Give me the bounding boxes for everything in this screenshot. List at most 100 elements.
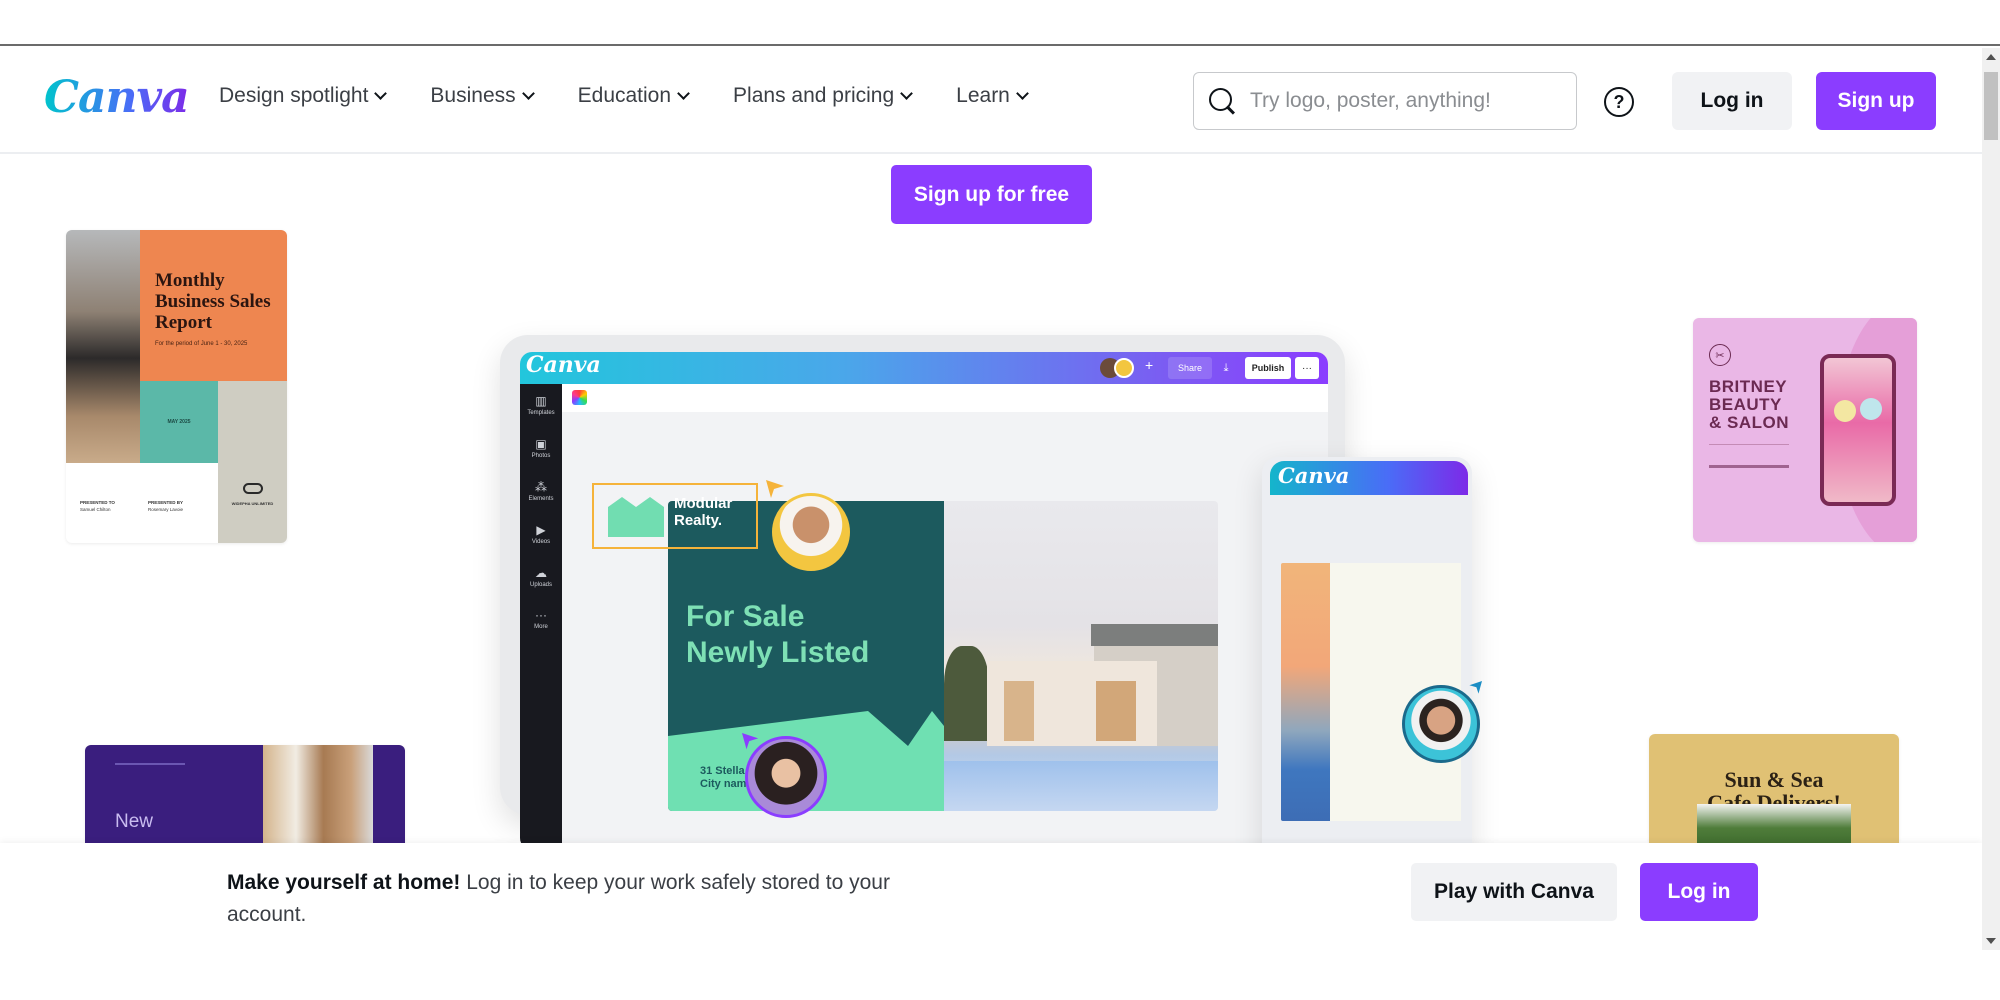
template-photo [66, 230, 140, 463]
report-brand: WIDEPHA UNLIMITED [231, 501, 274, 506]
templates-icon: ▥ [535, 394, 547, 408]
publish-button-mock: Publish [1245, 357, 1291, 379]
avatar [1114, 358, 1134, 378]
pool-shape [944, 761, 1218, 811]
nav-item-plans-and-pricing[interactable]: Plans and pricing [733, 84, 914, 108]
editor-sidebar: ▥ Templates ▣ Photos ⁂ Elements ▶ Videos… [520, 384, 562, 850]
cursor-icon [766, 480, 784, 498]
flyer-address: 31 Stella City nam [700, 765, 746, 791]
banner-login-button[interactable]: Log in [1640, 863, 1758, 921]
editor-sidebar-item-videos: ▶ Videos [520, 523, 562, 545]
salon-title-line: BEAUTY [1709, 395, 1782, 414]
top-navbar: Canva Design spotlight Business Educatio… [0, 48, 1982, 154]
nav-item-label: Education [577, 84, 672, 107]
chevron-down-icon [677, 87, 690, 100]
collaborator-avatar [1402, 685, 1480, 763]
more-options-icon: ··· [1295, 357, 1319, 379]
login-button[interactable]: Log in [1672, 72, 1792, 130]
salon-title-line: BRITNEY [1709, 377, 1788, 396]
download-icon: ⤓ [1223, 362, 1229, 374]
template-card-sales-report[interactable]: Monthly Business Sales Report For the pe… [66, 230, 287, 543]
vertical-scrollbar[interactable] [1982, 48, 2000, 950]
template-card-cafe[interactable]: Sun & Sea Cafe Delivers! [1649, 734, 1899, 860]
sidebar-item-label: Videos [531, 539, 551, 545]
window-shape [1096, 681, 1136, 741]
report-date: MAY 2025 [140, 381, 218, 463]
address-line: 31 Stella [700, 765, 745, 777]
flower-icon [1834, 400, 1856, 422]
divider [1709, 444, 1789, 445]
elements-icon: ⁂ [535, 480, 547, 494]
search-input[interactable] [1250, 89, 1570, 113]
sidebar-item-label: Templates [527, 410, 555, 416]
template-card-beauty-salon[interactable]: ✂ BRITNEY BEAUTY & SALON [1693, 318, 1917, 542]
salon-title: BRITNEY BEAUTY & SALON [1709, 378, 1789, 432]
search-box[interactable] [1193, 72, 1577, 130]
nav-item-label: Learn [956, 84, 1010, 107]
add-collaborator-icon: + [1145, 357, 1154, 373]
signup-button[interactable]: Sign up [1816, 72, 1936, 130]
cafe-title-line: Sun & Sea [1724, 767, 1824, 792]
page-viewport: Canva Design spotlight Business Educatio… [0, 48, 1982, 950]
sidebar-item-label: Uploads [529, 582, 552, 588]
editor-sidebar-item-more: ··· More [520, 608, 562, 630]
scroll-up-arrow-icon[interactable] [1986, 54, 1996, 60]
sidebar-item-label: More [534, 624, 548, 630]
report-brand-block: WIDEPHA UNLIMITED [218, 381, 287, 543]
search-icon [1208, 87, 1236, 115]
banner-message: Make yourself at home! Log in to keep yo… [227, 867, 947, 931]
chevron-down-icon [521, 87, 535, 100]
nav-item-label: Business [430, 84, 516, 107]
cursor-icon [1469, 681, 1482, 694]
flower-icon [1860, 398, 1882, 420]
sidebar-item-label: Elements [528, 496, 554, 502]
nav-item-learn[interactable]: Learn [956, 84, 1029, 108]
presented-to-name: Samuel Chilton [80, 507, 111, 512]
brand-logo-icon [243, 483, 263, 494]
scroll-down-arrow-icon[interactable] [1986, 938, 1996, 944]
header-line [115, 763, 185, 765]
house-logo-icon [608, 497, 664, 537]
color-picker-icon [572, 390, 587, 405]
nav-item-education[interactable]: Education [577, 84, 690, 108]
address-line: City nam [700, 778, 747, 790]
presentation-title: New [115, 811, 154, 832]
presented-to: PRESENTED TO Samuel Chilton [80, 500, 115, 512]
mobile-editor-mockup: Canva [1262, 457, 1472, 897]
editor-toolbar [562, 384, 1328, 412]
play-with-canva-button[interactable]: Play with Canva [1411, 863, 1617, 921]
banner-message-bold: Make yourself at home! [227, 871, 461, 894]
scrollbar-thumb[interactable] [1984, 72, 1998, 140]
collaborator-avatar [745, 736, 827, 818]
tree-shape [944, 646, 989, 741]
nav-item-business[interactable]: Business [430, 84, 535, 108]
signup-for-free-button[interactable]: Sign up for free [891, 165, 1092, 224]
chevron-down-icon [1016, 87, 1029, 100]
photos-icon: ▣ [535, 437, 547, 451]
nav-menu: Design spotlight Business Education Plan… [219, 84, 1072, 108]
presented-by-name: Rosemary Lavoie [148, 507, 184, 512]
nav-item-label: Plans and pricing [733, 84, 895, 107]
mobile-logo: Canva [1278, 463, 1350, 488]
collaborator-avatars [1100, 358, 1134, 378]
report-header-block: Monthly Business Sales Report For the pe… [140, 230, 287, 381]
presented-by-label: PRESENTED BY [148, 500, 184, 505]
more-icon: ··· [535, 608, 547, 622]
logo-text-line: Modular [674, 495, 733, 512]
canva-logo[interactable]: Canva [44, 72, 190, 123]
uploads-icon: ☁ [535, 566, 547, 580]
editor-sidebar-item-elements: ⁂ Elements [520, 480, 562, 502]
logo-text: Modular Realty. [674, 495, 732, 529]
flyer-headline: For Sale Newly Listed [686, 599, 869, 671]
help-icon[interactable]: ? [1604, 87, 1634, 117]
window-shape [1004, 681, 1034, 741]
gradient-strip [1281, 563, 1330, 821]
mobile-header: Canva [1270, 461, 1468, 495]
editor-sidebar-item-photos: ▣ Photos [520, 437, 562, 459]
headline-line: Newly Listed [686, 636, 870, 669]
editor-sidebar-item-templates: ▥ Templates [520, 394, 562, 416]
nav-item-design-spotlight[interactable]: Design spotlight [219, 84, 388, 108]
roof-shape [1091, 624, 1218, 646]
nav-item-label: Design spotlight [219, 84, 369, 107]
presented-by: PRESENTED BY Rosemary Lavoie [148, 500, 183, 512]
